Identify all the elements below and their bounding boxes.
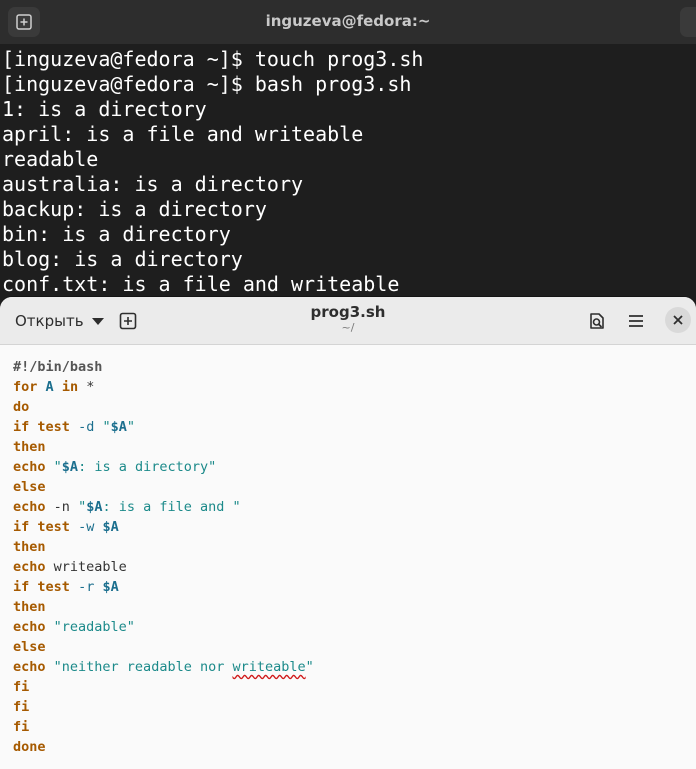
keyword: then (13, 439, 46, 455)
option: -r (78, 579, 95, 595)
code-line: fi (13, 717, 686, 737)
text-editor-window: Открыть prog3.sh ~/ #!/bin/bash for A in… (0, 297, 696, 769)
terminal-title: inguzeva@fedora:~ (265, 12, 431, 30)
keyword: then (13, 599, 46, 615)
find-icon (590, 313, 604, 329)
find-button[interactable] (580, 305, 614, 337)
file-path: ~/ (341, 321, 355, 334)
builtin: echo (13, 559, 46, 575)
editor-header: Открыть prog3.sh ~/ (0, 297, 696, 345)
string: "readable" (53, 619, 135, 635)
keyword: else (13, 479, 46, 495)
code-line: do (13, 397, 686, 417)
code-line: echo "neither readable nor writeable" (13, 657, 686, 677)
option: -n (53, 499, 70, 515)
terminal-line: bin: is a directory (2, 222, 231, 246)
terminal-line: april: is a file and writeable (2, 122, 364, 146)
document-title: prog3.sh ~/ (200, 303, 496, 334)
code-line: if test -d "$A" (13, 417, 686, 437)
code-line: done (13, 737, 686, 757)
terminal-header: inguzeva@fedora:~ (0, 0, 696, 44)
code-line: else (13, 637, 686, 657)
keyword: do (13, 399, 30, 415)
code-line: then (13, 597, 686, 617)
keyword: if (13, 519, 30, 535)
variable: $A (61, 459, 79, 475)
keyword: done (13, 739, 46, 755)
hamburger-menu-icon (629, 315, 643, 327)
keyword: if (13, 419, 30, 435)
keyword: fi (13, 679, 30, 695)
code-line: #!/bin/bash (13, 357, 686, 377)
code-line: fi (13, 697, 686, 717)
code-line: echo "readable" (13, 617, 686, 637)
close-button[interactable] (665, 307, 691, 333)
builtin: test (37, 579, 70, 595)
chevron-down-icon (91, 317, 104, 325)
keyword: then (13, 539, 46, 555)
code-editor-area[interactable]: #!/bin/bash for A in * do if test -d "$A… (13, 357, 686, 757)
string: "neither readable nor (53, 659, 233, 675)
string-quote: " (53, 459, 62, 475)
string-quote: " (102, 419, 111, 435)
variable: $A (86, 499, 103, 515)
keyword: if (13, 579, 30, 595)
shebang: #!/bin/bash (13, 359, 103, 375)
keyword: fi (13, 699, 30, 715)
builtin: test (37, 419, 70, 435)
file-name: prog3.sh (310, 303, 386, 321)
variable: $A (102, 519, 119, 535)
builtin: echo (13, 619, 46, 635)
open-button-label: Открыть (15, 312, 84, 330)
terminal-line: blog: is a directory (2, 247, 243, 271)
code-line: for A in * (13, 377, 686, 397)
keyword: in (61, 379, 79, 395)
terminal-line: [inguzeva@fedora ~]$ bash prog3.sh (2, 72, 412, 96)
terminal-line: australia: is a directory (2, 172, 304, 196)
keyword: else (13, 639, 46, 655)
code-line: else (13, 477, 686, 497)
code-line: echo -n "$A: is a file and " (13, 497, 686, 517)
terminal-line: backup: is a directory (2, 197, 267, 221)
string-quote: " (78, 499, 87, 515)
terminal-line: [inguzeva@fedora ~]$ touch prog3.sh (2, 47, 424, 71)
builtin: echo (13, 459, 46, 475)
code-line: then (13, 437, 686, 457)
string: : is a directory" (78, 459, 217, 475)
code-line: if test -r $A (13, 577, 686, 597)
open-button[interactable]: Открыть (6, 305, 104, 337)
new-document-icon (119, 312, 137, 330)
new-document-button[interactable] (111, 305, 145, 337)
variable: $A (110, 419, 127, 435)
code-line: echo "$A: is a directory" (13, 457, 686, 477)
close-icon (673, 315, 683, 325)
misspelled-word: writeable (232, 659, 306, 675)
option: -d (78, 419, 95, 435)
option: -w (78, 519, 95, 535)
variable: $A (102, 579, 119, 595)
string-quote: " (126, 419, 136, 435)
string-quote: " (305, 659, 314, 675)
code-line: echo writeable (13, 557, 686, 577)
builtin: echo (13, 499, 46, 515)
code-line: then (13, 537, 686, 557)
code-line: if test -w $A (13, 517, 686, 537)
keyword: fi (13, 719, 30, 735)
variable: A (45, 379, 54, 395)
argument: writeable (53, 559, 127, 575)
terminal-menu-button[interactable] (680, 7, 696, 37)
code-line: fi (13, 677, 686, 697)
terminal-line: 1: is a directory (2, 97, 207, 121)
terminal-output[interactable]: [inguzeva@fedora ~]$ touch prog3.sh [ing… (0, 44, 696, 304)
builtin: test (37, 519, 70, 535)
terminal-line: conf.txt: is a file and writeable (2, 272, 400, 296)
builtin: echo (13, 659, 46, 675)
string: : is a file and " (102, 499, 241, 515)
keyword: for (13, 379, 38, 395)
glob: * (86, 379, 95, 395)
main-menu-button[interactable] (619, 305, 653, 337)
terminal-line: readable (2, 147, 99, 171)
